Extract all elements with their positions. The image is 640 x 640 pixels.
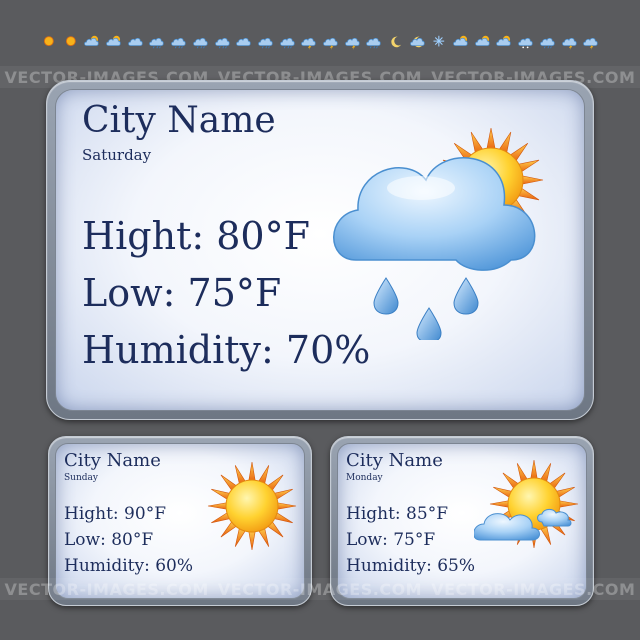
storm-cloud-icon [323,37,338,50]
humidity: Humidity: 65% [346,556,476,576]
sun-cloud-icon [453,35,468,46]
day-label: Saturday [82,146,152,164]
moon-cloud-icon [409,36,425,48]
sun-cloud-icon [496,35,512,46]
watermark-band: VECTOR-IMAGES.COM VECTOR-IMAGES.COM VECT… [0,578,640,600]
sun-ray [275,502,297,510]
high-temperature: Hight: 85°F [346,504,448,524]
cloud-rain-icon [279,37,295,49]
raindrop-icons [373,277,479,340]
cloud-rain-icon [192,37,208,49]
sun-icon [43,36,54,46]
sun-ray [248,461,256,483]
sun-ray [486,127,496,151]
weather-icon-strip [40,30,600,54]
cloud-icon [127,37,143,46]
storm-cloud-icon [344,37,360,50]
watermark-text: VECTOR-IMAGES.COM [4,579,209,599]
humidity: Humidity: 60% [64,556,194,576]
sun-ray [248,529,256,551]
day-label: Monday [346,473,383,483]
cloud-rain-icon [539,37,555,49]
cloud-snow-icon [518,37,533,49]
moon-icon [391,36,402,48]
day-label: Sunday [64,473,98,483]
sun-ray [489,500,511,508]
sun-icon [207,461,297,551]
sun-ray [557,500,579,508]
sun-cloud-icon [84,35,100,46]
low-temperature: Low: 80°F [64,530,154,550]
sun-ray [207,502,229,510]
low-temperature: Low: 75°F [346,530,436,550]
cloud-sun-rain-icon [333,127,544,340]
city-name: City Name [64,450,161,471]
sun-ray [530,459,538,481]
main-card-screen: City Name Saturday Hight: 80°F Low: 75°F… [55,89,585,411]
sun-icon [65,36,76,46]
forecast-card-screen: City Name Sunday Hight: 90°F Low: 80°F H… [55,443,305,599]
sun-cloud-icon [474,459,579,549]
sun-cloud-icon [106,35,121,46]
sun-cloud-icon [474,35,490,46]
high-temperature: Hight: 90°F [64,504,166,524]
cloud-rain-icon [214,37,230,49]
sun-ray [520,175,544,185]
cloud-icon [236,37,251,46]
cloud-rain-icon [171,37,186,49]
forecast-card-screen: City Name Monday Hight: 85°F Low: 75°F H… [337,443,587,599]
watermark-text: VECTOR-IMAGES.COM [217,579,423,599]
city-name: City Name [82,100,276,141]
cloud-rain-icon [258,37,273,49]
high-temperature: Hight: 80°F [82,214,310,258]
storm-cloud-icon [301,37,316,50]
cloud-rain-icon [149,37,165,49]
city-name: City Name [346,450,443,471]
snowflake-icon [433,35,445,47]
main-weather-card: City Name Saturday Hight: 80°F Low: 75°F… [46,80,594,420]
storm-cloud-icon [583,37,598,50]
low-temperature: Low: 75°F [82,271,282,315]
cloud-rain-icon [366,37,381,49]
watermark-text: VECTOR-IMAGES.COM [431,579,636,599]
storm-cloud-icon [561,37,577,50]
